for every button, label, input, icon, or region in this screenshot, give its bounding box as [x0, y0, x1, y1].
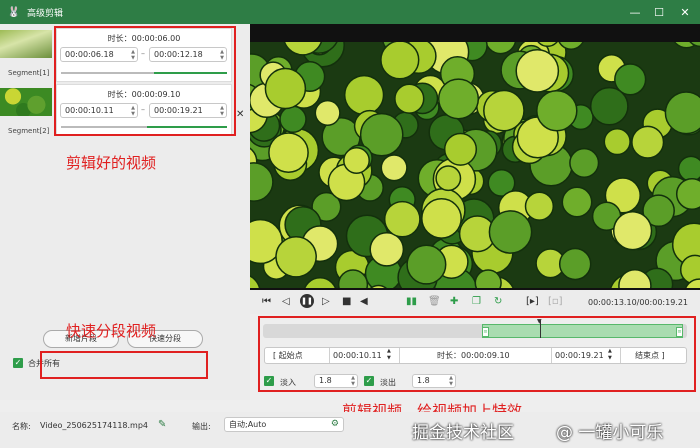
timeline-track[interactable]: ≡ ≡ ▼ [263, 318, 687, 338]
spinner-icon[interactable]: ▲ ▼ [387, 348, 391, 363]
time-readout: 00:00:13.10/00:00:19.21 [588, 298, 688, 307]
video-preview[interactable] [250, 24, 700, 290]
timeline-left-handle[interactable]: ≡ [482, 327, 489, 337]
stop-icon[interactable]: ■ [342, 296, 351, 307]
end-point-button[interactable]: 结束点 ] [635, 348, 665, 363]
watermark-site: 掘金技术社区 [412, 423, 514, 443]
segment-2-thumbnail[interactable] [0, 88, 52, 116]
add-icon[interactable]: ✚ [450, 296, 458, 307]
output-folder-field[interactable]: 自动;Auto ⚙ [224, 417, 344, 432]
timeline-right-handle[interactable]: ≡ [676, 327, 683, 337]
watermark-author: @ 一罐小可乐 [556, 423, 664, 443]
volume-icon[interactable]: ◀ [360, 296, 368, 307]
annotation-edited: 剪辑好的视频 [66, 154, 157, 172]
maximize-button[interactable]: ☐ [646, 0, 672, 24]
trim-row: [ 起始点 00:00:10.11 ▲ ▼ 时长：00:00:09.10 00:0… [264, 347, 687, 364]
mark-out-icon[interactable]: [▫] [548, 296, 563, 307]
fade-out-input[interactable]: 1.8 ▲ ▼ [412, 374, 456, 388]
copy-icon[interactable]: ❐ [472, 296, 481, 307]
window-title: 高级剪辑 [27, 8, 64, 19]
settings-gear-icon[interactable]: ⚙ [331, 418, 339, 431]
start-time-input[interactable]: 00:00:10.11 [333, 348, 382, 363]
spinner-icon[interactable]: ▲ ▼ [449, 375, 453, 387]
skip-start-icon[interactable]: ⏮ [262, 296, 271, 307]
spinner-icon[interactable]: ▲ ▼ [351, 375, 355, 387]
name-label: 名称: [12, 422, 31, 431]
trim-duration: 时长：00:00:09.10 [437, 351, 510, 360]
spinner-icon[interactable]: ▲ ▼ [608, 348, 612, 363]
edit-name-icon[interactable]: ✎ [158, 419, 166, 430]
fade-out-label: 淡出 [380, 378, 396, 387]
close-window-button[interactable]: ✕ [672, 0, 698, 24]
merge-all-checkbox[interactable]: ✓ [13, 358, 23, 368]
minimize-button[interactable]: — [622, 0, 648, 24]
remove-segment-icon[interactable]: ✕ [236, 109, 244, 120]
delete-icon[interactable]: 🗑 [428, 296, 441, 307]
app-logo-icon: 🐰 [7, 6, 21, 18]
segment-1-label: Segment[1] [8, 69, 50, 77]
annotation-split: 快速分段视频 [66, 322, 157, 340]
fade-in-label: 淡入 [280, 378, 296, 387]
edited-videos-highlight [54, 26, 236, 136]
step-back-icon[interactable]: ◁ [282, 296, 290, 307]
pause-icon[interactable]: ❚❚ [300, 294, 314, 308]
video-frame [250, 42, 700, 288]
start-point-button[interactable]: [ 起始点 [273, 348, 303, 363]
fade-out-checkbox[interactable]: ✓ [364, 376, 374, 386]
fade-in-checkbox[interactable]: ✓ [264, 376, 274, 386]
undo-icon[interactable]: ↻ [494, 296, 502, 307]
timeline-selection[interactable]: ≡ ≡ [482, 324, 683, 338]
file-name: Video_250625174118.mp4 [40, 421, 148, 430]
mark-in-icon[interactable]: [▸] [526, 296, 539, 307]
step-forward-icon[interactable]: ▷ [322, 296, 330, 307]
output-label: 输出: [192, 422, 211, 431]
fade-in-input[interactable]: 1.8 ▲ ▼ [314, 374, 358, 388]
playhead-marker-icon[interactable]: ▼ [537, 318, 542, 325]
segment-2-label: Segment[2] [8, 127, 50, 135]
end-time-input[interactable]: 00:00:19.21 [555, 348, 604, 363]
split-icon[interactable]: ▮▮ [406, 296, 417, 307]
split-buttons-highlight [40, 351, 208, 379]
player-controls: ⏮ ◁ ❚❚ ▷ ■ ◀ ▮▮ 🗑 ✚ ❐ ↻ [▸] [▫] 00:00:13… [250, 290, 700, 314]
title-bar: 🐰 高级剪辑 [0, 0, 700, 24]
segment-1-thumbnail[interactable] [0, 30, 52, 58]
